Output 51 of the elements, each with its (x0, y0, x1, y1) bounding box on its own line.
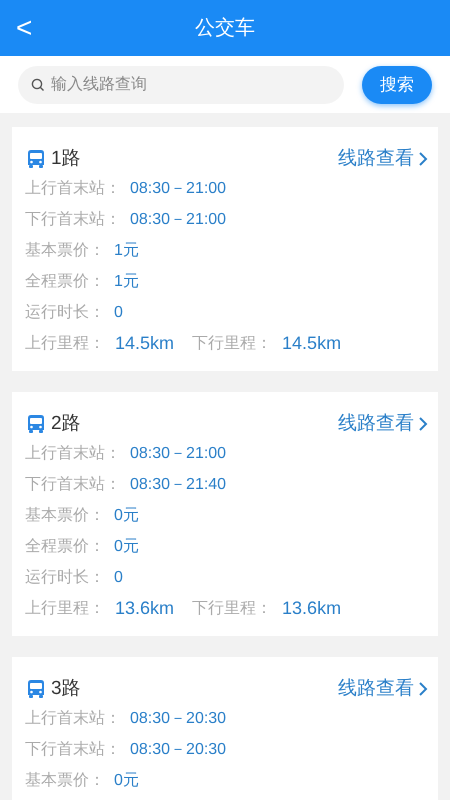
field-label: 下行首末站： (25, 210, 122, 230)
bus-icon (25, 678, 47, 700)
field-label: 基本票价： (25, 506, 106, 526)
search-icon (31, 78, 45, 92)
field-value: 0元 (114, 770, 139, 790)
field-value: 0元 (114, 506, 139, 526)
route-name: 3路 (51, 676, 81, 701)
field-value: 08:30－21:00 (130, 444, 226, 464)
back-button[interactable]: < (16, 14, 32, 42)
field-value: 0元 (114, 536, 139, 556)
field-value: 13.6km (282, 597, 342, 620)
field-value: 08:30－21:00 (130, 210, 226, 230)
field-value: 08:30－21:40 (130, 474, 226, 494)
route-detail-link[interactable]: 线路查看 (338, 410, 428, 438)
field-label: 上行里程： (25, 598, 105, 618)
field-label: 上行首末站： (25, 444, 122, 464)
field-label: 基本票价： (25, 770, 106, 790)
chevron-right-icon (418, 416, 428, 432)
field-label: 上行首末站： (25, 178, 122, 198)
field-label: 下行里程： (192, 598, 272, 618)
page-title: 公交车 (195, 16, 255, 41)
search-field[interactable]: 输入线路查询 (18, 66, 344, 104)
field-label: 下行首末站： (25, 740, 122, 760)
field-label: 下行里程： (192, 334, 272, 354)
field-value: 1元 (114, 272, 139, 292)
field-label: 运行时长： (25, 568, 106, 588)
route-detail-link[interactable]: 线路查看 (338, 144, 428, 174)
chevron-right-icon (418, 151, 428, 167)
bus-icon (25, 413, 47, 435)
route-name: 2路 (51, 412, 81, 436)
route-name: 1路 (51, 146, 81, 171)
field-label: 全程票价： (25, 536, 106, 556)
field-label: 运行时长： (25, 302, 106, 322)
chevron-right-icon (418, 681, 428, 697)
bus-icon (25, 148, 47, 170)
field-value: 13.6km (115, 597, 174, 620)
field-value: 0 (114, 302, 123, 322)
route-detail-link[interactable]: 线路查看 (338, 674, 428, 704)
field-label: 下行首末站： (25, 474, 122, 494)
field-value: 1元 (114, 240, 139, 260)
field-value: 0 (114, 568, 123, 588)
field-value: 14.5km (115, 332, 174, 355)
field-label: 上行里程： (25, 334, 105, 354)
field-value: 08:30－21:00 (130, 178, 226, 198)
field-label: 上行首末站： (25, 708, 122, 728)
field-value: 14.5km (282, 332, 342, 355)
field-value: 08:30－20:30 (130, 708, 226, 728)
field-label: 基本票价： (25, 240, 106, 260)
search-button[interactable]: 搜索 (362, 66, 432, 104)
field-value: 08:30－20:30 (130, 740, 226, 760)
field-label: 全程票价： (25, 272, 106, 292)
